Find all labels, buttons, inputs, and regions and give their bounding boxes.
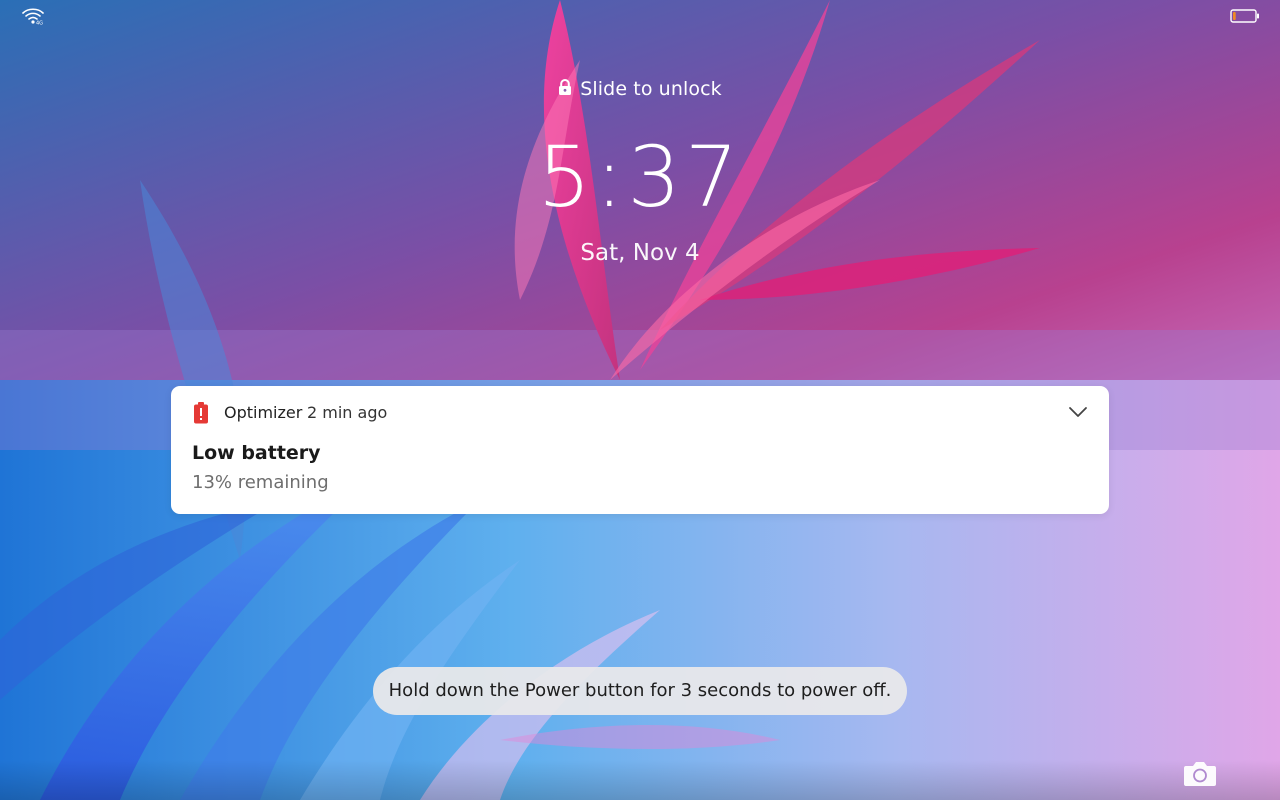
camera-icon[interactable] bbox=[1182, 757, 1218, 789]
battery-alert-icon bbox=[194, 402, 208, 424]
notification-app-name: Optimizer bbox=[224, 403, 303, 422]
notification-title: Low battery bbox=[192, 442, 321, 464]
svg-text:4G: 4G bbox=[36, 21, 43, 26]
lock-icon bbox=[559, 79, 572, 95]
notification-time: 2 min ago bbox=[307, 403, 388, 422]
power-off-toast: Hold down the Power button for 3 seconds… bbox=[373, 667, 907, 715]
status-bar: 4G bbox=[0, 0, 1280, 32]
notification-card[interactable]: Optimizer 2 min ago Low battery 13% rema… bbox=[171, 386, 1109, 514]
bottom-shade bbox=[0, 760, 1280, 800]
wifi-icon: 4G bbox=[22, 8, 44, 26]
unlock-hint[interactable]: Slide to unlock bbox=[0, 78, 1280, 100]
unlock-hint-label: Slide to unlock bbox=[580, 78, 722, 100]
lock-screen[interactable]: 4G Slide to unlock 5:37 Sat, Nov 4 Optim… bbox=[0, 0, 1280, 800]
lock-date: Sat, Nov 4 bbox=[580, 240, 700, 266]
chevron-down-icon[interactable] bbox=[1067, 403, 1089, 421]
lock-clock: 5:37 bbox=[537, 128, 743, 226]
battery-low-icon bbox=[1230, 9, 1259, 23]
notification-body: 13% remaining bbox=[192, 472, 329, 493]
